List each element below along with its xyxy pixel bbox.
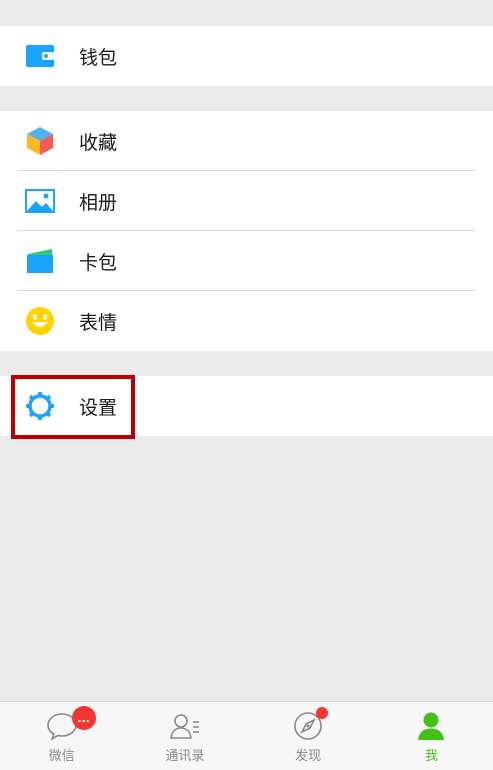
wallet-icon bbox=[25, 41, 55, 71]
menu-item-settings[interactable]: 设置 bbox=[0, 376, 493, 436]
bottom-tab-bar: ... 微信 通讯录 发现 我 bbox=[0, 701, 493, 770]
tab-label: 发现 bbox=[295, 749, 322, 764]
unread-badge: ... bbox=[71, 706, 96, 730]
photo-album-icon bbox=[25, 186, 55, 216]
menu-item-album[interactable]: 相册 bbox=[0, 171, 493, 231]
tab-me[interactable]: 我 bbox=[370, 702, 493, 770]
features-group: 收藏 相册 卡包 表情 bbox=[0, 111, 493, 351]
tab-label: 我 bbox=[424, 749, 438, 764]
contacts-icon bbox=[169, 710, 201, 742]
settings-group: 设置 bbox=[0, 376, 493, 436]
wallet-group: 钱包 bbox=[0, 26, 493, 86]
top-spacer bbox=[0, 0, 493, 26]
menu-item-cards[interactable]: 卡包 bbox=[0, 231, 493, 291]
menu-item-label: 钱包 bbox=[79, 46, 118, 69]
tab-discover[interactable]: 发现 bbox=[247, 702, 370, 770]
tab-contacts[interactable]: 通讯录 bbox=[123, 702, 246, 770]
smiley-icon bbox=[25, 306, 55, 336]
compass-icon bbox=[292, 707, 329, 742]
person-icon bbox=[415, 710, 447, 742]
gear-icon bbox=[25, 391, 55, 421]
menu-item-label: 设置 bbox=[79, 396, 118, 419]
menu-item-favorites[interactable]: 收藏 bbox=[0, 111, 493, 171]
card-wallet-icon bbox=[25, 246, 55, 276]
menu-item-label: 表情 bbox=[79, 311, 118, 334]
menu-item-label: 卡包 bbox=[79, 251, 118, 274]
tab-label: 通讯录 bbox=[165, 749, 205, 764]
menu-item-stickers[interactable]: 表情 bbox=[0, 291, 493, 351]
menu-item-wallet[interactable]: 钱包 bbox=[0, 26, 493, 86]
discover-dot-badge bbox=[316, 707, 329, 719]
chat-bubble-icon: ... bbox=[46, 706, 96, 742]
menu-item-label: 相册 bbox=[79, 191, 118, 214]
favorites-cube-icon bbox=[25, 126, 55, 156]
tab-label: 微信 bbox=[48, 749, 75, 764]
tab-chats[interactable]: ... 微信 bbox=[0, 702, 123, 770]
menu-item-label: 收藏 bbox=[79, 131, 118, 154]
